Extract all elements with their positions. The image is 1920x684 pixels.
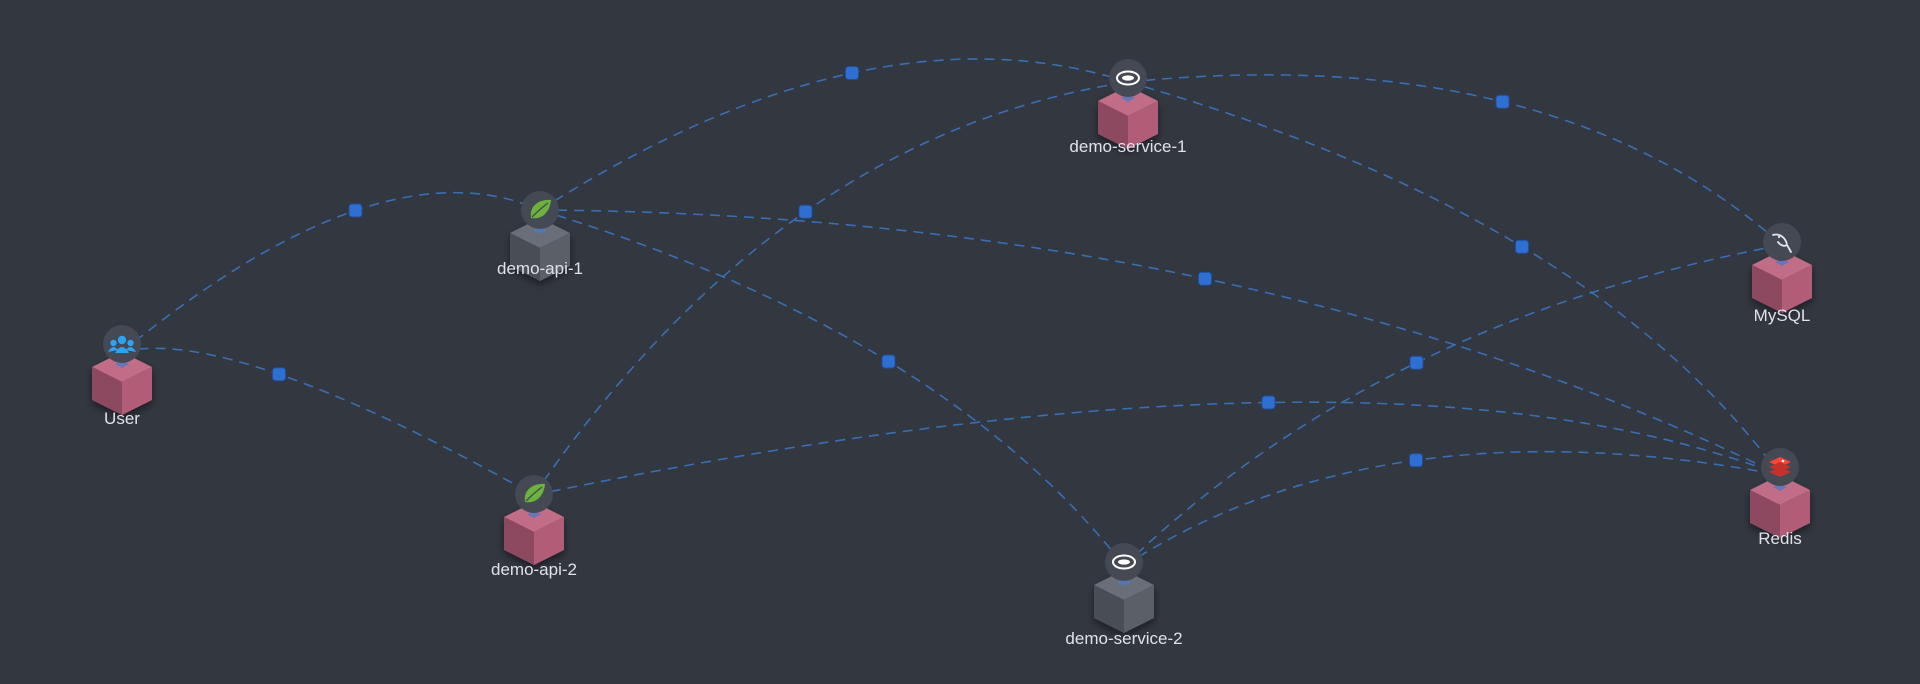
edge-demo-service-2-to-redis[interactable] xyxy=(1123,450,1781,567)
node-label: demo-api-2 xyxy=(491,560,577,579)
edge-handle[interactable] xyxy=(881,354,896,369)
edge-handle[interactable] xyxy=(1495,94,1510,109)
edge-line xyxy=(1123,244,1783,567)
edge-line xyxy=(1123,450,1781,567)
edge-line xyxy=(1127,81,1781,476)
nodes-layer: User demo-api-1 demo-api-2 demo-service-1 de… xyxy=(92,59,1812,648)
node-demo-service-1[interactable]: demo-service-1 xyxy=(1069,59,1187,156)
edge-handle[interactable] xyxy=(798,204,813,219)
edge-handle[interactable] xyxy=(272,367,286,382)
edge-line xyxy=(533,81,1129,496)
edge-demo-api-1-to-redis[interactable] xyxy=(539,209,1781,476)
edges-layer xyxy=(121,58,1783,567)
edge-user-to-demo-api-2[interactable] xyxy=(121,347,535,496)
edge-demo-api-2-to-redis[interactable] xyxy=(533,395,1781,496)
node-label: demo-service-2 xyxy=(1065,629,1182,648)
node-label: demo-service-1 xyxy=(1069,137,1186,156)
edge-handle[interactable] xyxy=(348,203,363,218)
edge-handle[interactable] xyxy=(1409,453,1423,468)
node-label: demo-api-1 xyxy=(497,259,583,278)
node-demo-service-2[interactable]: demo-service-2 xyxy=(1065,543,1183,648)
node-mysql[interactable]: MySQL xyxy=(1752,223,1812,325)
node-label: Redis xyxy=(1758,529,1801,548)
node-demo-api-1[interactable]: demo-api-1 xyxy=(497,191,583,281)
node-user[interactable]: User xyxy=(92,325,152,428)
edge-user-to-demo-api-1[interactable] xyxy=(121,191,541,353)
node-label: User xyxy=(104,409,140,428)
topology-graph: User demo-api-1 demo-api-2 demo-service-1 de… xyxy=(92,58,1812,648)
edge-line xyxy=(539,209,1125,567)
edge-handle[interactable] xyxy=(845,66,859,80)
node-redis[interactable]: Redis xyxy=(1750,448,1810,548)
edge-handle[interactable] xyxy=(1261,395,1276,410)
node-label: MySQL xyxy=(1754,306,1811,325)
edge-line xyxy=(539,209,1781,476)
edge-demo-api-1-to-demo-service-1[interactable] xyxy=(539,58,1129,211)
edge-demo-api-1-to-demo-service-2[interactable] xyxy=(539,209,1125,567)
edge-demo-api-2-to-demo-service-1[interactable] xyxy=(533,81,1129,496)
edge-line xyxy=(121,191,541,353)
node-demo-api-2[interactable]: demo-api-2 xyxy=(491,475,577,579)
edge-demo-service-2-to-mysql[interactable] xyxy=(1123,244,1783,567)
edge-demo-service-1-to-redis[interactable] xyxy=(1127,81,1781,476)
edge-handle[interactable] xyxy=(1409,355,1424,370)
edge-handle[interactable] xyxy=(1198,271,1212,286)
edge-line xyxy=(121,347,535,496)
edge-handle[interactable] xyxy=(1515,239,1529,254)
edge-line xyxy=(533,401,1781,496)
node-icon-badge xyxy=(1763,223,1801,261)
edge-demo-service-1-to-mysql[interactable] xyxy=(1127,74,1783,246)
edge-line xyxy=(539,58,1129,211)
edge-line xyxy=(1127,74,1783,246)
